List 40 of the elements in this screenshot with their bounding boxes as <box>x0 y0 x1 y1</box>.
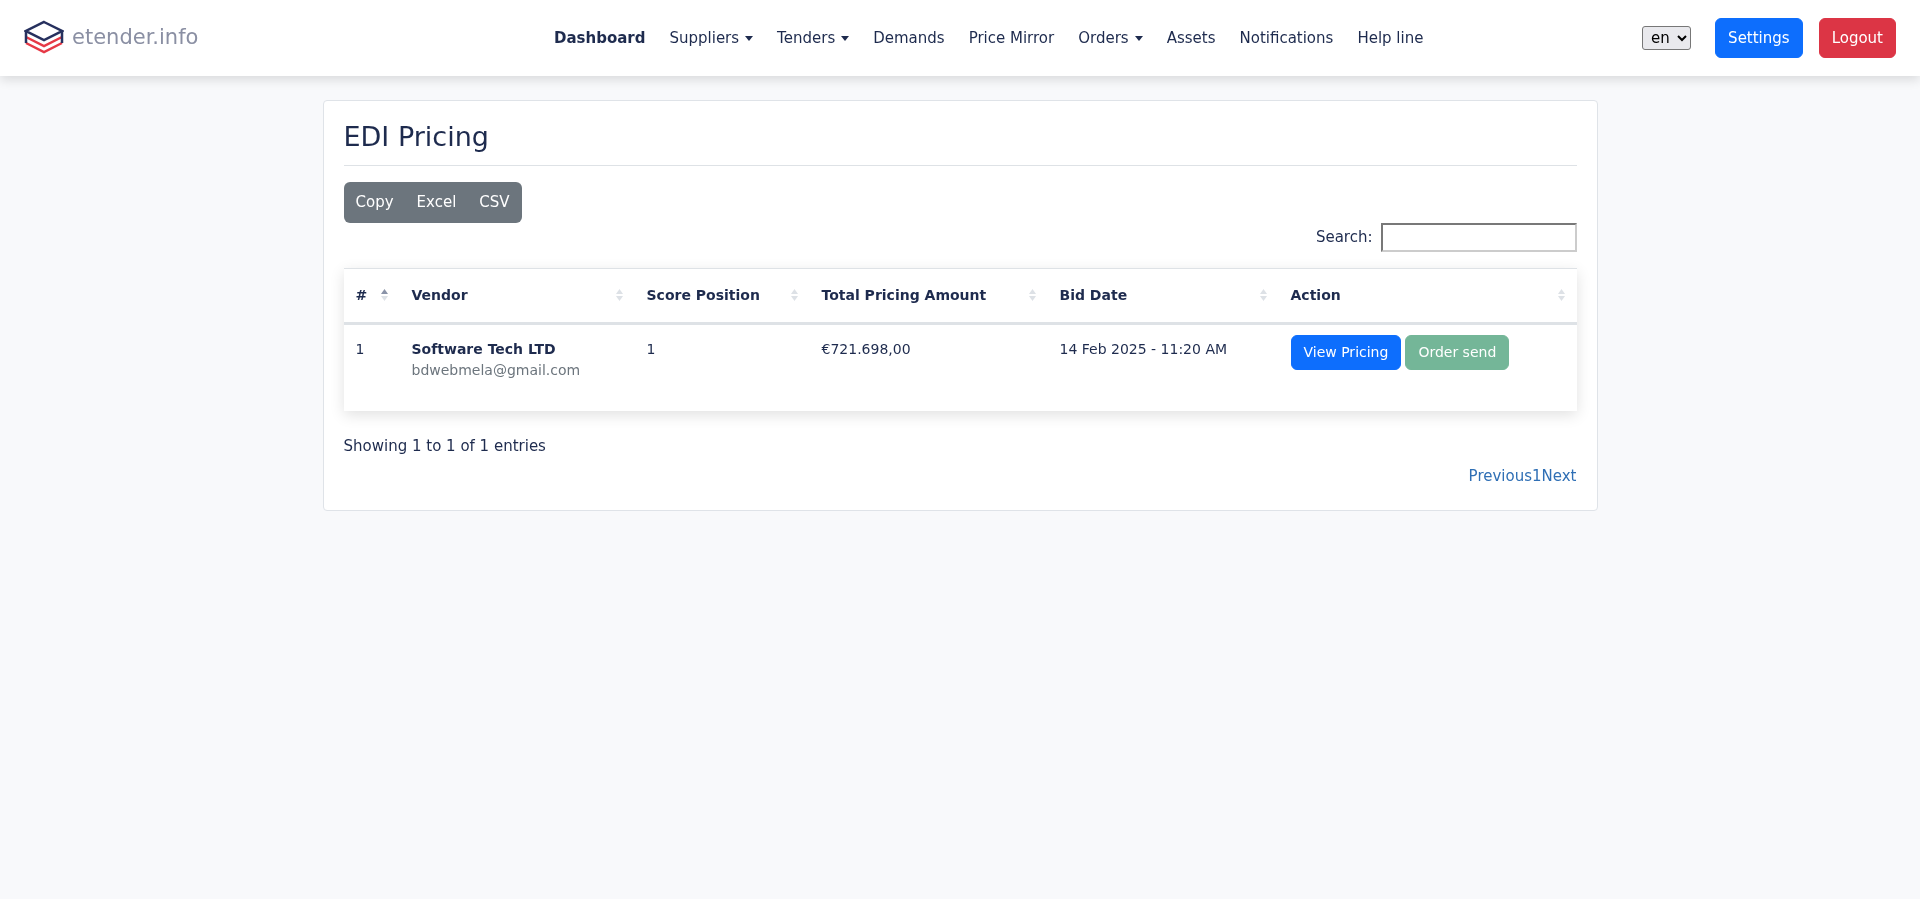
pagination-link[interactable]: Previous <box>1468 465 1532 488</box>
entries-info: Showing 1 to 1 of 1 entries <box>343 435 547 457</box>
nav-link[interactable]: Dashboard <box>542 20 658 56</box>
nav-link[interactable]: Assets <box>1154 20 1228 56</box>
language-select[interactable]: en <box>1642 26 1692 50</box>
nav-link[interactable]: Suppliers <box>657 20 766 56</box>
column-header[interactable]: # <box>355 284 368 306</box>
export-button[interactable]: Copy <box>343 182 406 223</box>
bid-date: 14 Feb 2025 - 11:20 AM <box>1059 340 1228 357</box>
export-button[interactable]: CSV <box>467 182 522 223</box>
column-header[interactable]: Action <box>1290 284 1341 306</box>
column-header[interactable]: Vendor <box>411 284 468 306</box>
nav-link[interactable]: Help line <box>1345 20 1436 56</box>
search-field[interactable] <box>1380 222 1577 252</box>
nav-link[interactable]: Tenders <box>765 20 862 56</box>
pagination-link[interactable]: Next <box>1541 465 1577 488</box>
search-label: Search: <box>1315 227 1373 249</box>
nav-link[interactable]: Notifications <box>1227 20 1346 56</box>
vendor-email: bdwebmela@gmail.com <box>411 360 582 380</box>
export-button[interactable]: Excel <box>404 182 469 223</box>
settings-button[interactable]: Settings <box>1715 17 1803 59</box>
view-pricing-button[interactable]: View Pricing <box>1290 334 1402 370</box>
page-title: EDI Pricing <box>343 121 1577 167</box>
caret-icon[interactable] <box>745 35 754 41</box>
nav-link[interactable]: Orders <box>1066 20 1155 56</box>
vendor-name: Software Tech LTD <box>411 339 557 359</box>
pricing-amount: €721.698,00 <box>821 340 911 357</box>
caret-icon[interactable] <box>1134 35 1143 41</box>
column-header[interactable]: Score Position <box>646 284 760 306</box>
pagination-link[interactable]: 1 <box>1532 465 1542 488</box>
score-position: 1 <box>646 340 656 357</box>
caret-icon[interactable] <box>841 35 850 41</box>
column-header[interactable]: Bid Date <box>1059 284 1128 306</box>
nav-link[interactable]: Price Mirror <box>956 20 1067 56</box>
column-header[interactable]: Total Pricing Amount <box>821 284 987 306</box>
logout-button[interactable]: Logout <box>1818 17 1896 59</box>
logo-icon <box>24 20 64 56</box>
nav-link[interactable]: Demands <box>861 20 957 56</box>
row-index: 1 <box>355 340 365 357</box>
sort-icon[interactable] <box>380 288 388 303</box>
